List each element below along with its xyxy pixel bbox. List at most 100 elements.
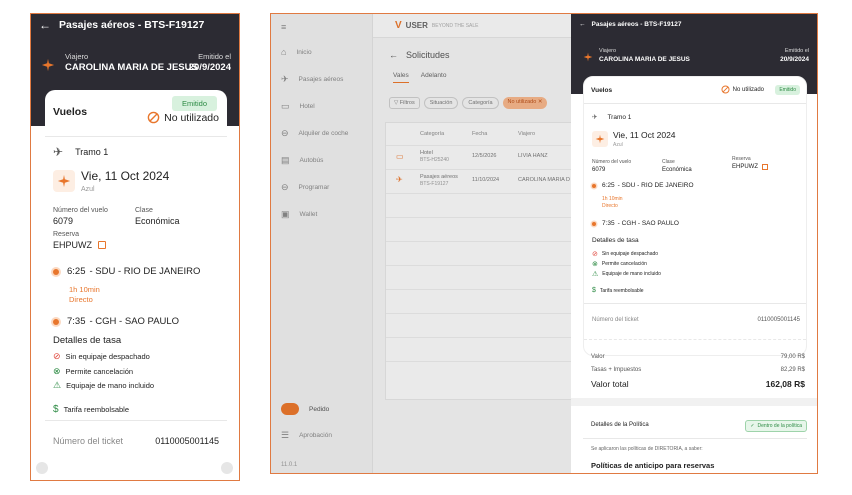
overlay-dim[interactable]	[271, 14, 571, 473]
class-value: Económica	[662, 167, 692, 173]
airline-name: Azul	[81, 186, 95, 193]
traveler-name: CAROLINA MARIA DE JESUS	[599, 56, 690, 63]
policy-subtitle: Políticas de anticipo para reservas	[591, 461, 715, 470]
departure-dot-icon	[592, 183, 596, 188]
class-label: Clase	[662, 159, 675, 165]
airline-logo-icon	[53, 170, 75, 192]
booking-code: EHPUWZ	[732, 164, 758, 170]
flight-number: 6079	[592, 167, 606, 173]
cancel-check-icon: ⊗	[53, 366, 61, 376]
stops: Directo	[602, 203, 618, 209]
fare-item: ⊗ Permite cancelación	[53, 366, 134, 376]
hand-luggage-icon: ⚠	[53, 380, 62, 390]
not-used-icon	[721, 85, 730, 94]
takeoff-icon: ✈	[53, 145, 64, 159]
back-arrow-icon[interactable]: ←	[579, 21, 586, 28]
status-badge: Emitido	[171, 96, 217, 111]
fare-item: $ Tarifa reembolsable	[592, 287, 644, 294]
departure-time: 6:25	[602, 182, 615, 189]
traveler-name: CAROLINA MARIA DE JESUS	[65, 62, 198, 73]
arrival-row: 7:35 - CGH - SAO PAULO	[592, 220, 679, 227]
header: ← Pasajes aéreos - BTS-F19127	[39, 18, 204, 32]
policy-text: Se aplicaron las políticas de DIRETORIA,…	[591, 446, 703, 452]
booking-row: EHPUWZ	[53, 240, 106, 250]
section-title: Vuelos	[53, 106, 88, 118]
ticket-number: 0110005001145	[757, 317, 801, 323]
flight-number-label: Número del vuelo	[53, 207, 108, 214]
duration: 1h 10min	[69, 285, 100, 294]
cancel-check-icon: ⊗	[592, 261, 598, 268]
booking-code: EHPUWZ	[53, 240, 92, 250]
arrival-dot-icon	[592, 221, 596, 226]
stops: Directo	[69, 295, 93, 304]
fare-title: Detalles de tasa	[53, 335, 122, 346]
total-label: Valor total	[591, 379, 629, 389]
leg-row: ✈ Tramo 1	[53, 145, 108, 159]
leg-row: ✈ Tramo 1	[592, 113, 632, 122]
taxes-amount: 82,29 R$	[780, 367, 805, 373]
departure-place: - SDU - RIO DE JANEIRO	[617, 182, 694, 189]
issued-date: 20/9/2024	[780, 56, 809, 63]
arrival-place: - CGH - SAO PAULO	[89, 316, 180, 327]
airline-name: Azul	[613, 142, 623, 148]
flights-card: Vuelos No utilizado Emitido ✈ Tramo 1 Vi…	[583, 76, 807, 356]
plane-icon	[583, 52, 593, 62]
usage-status: No utilizado	[147, 111, 219, 124]
arrival-time: 7:35	[67, 316, 86, 327]
back-arrow-icon[interactable]: ←	[39, 18, 51, 32]
not-used-icon	[147, 111, 160, 124]
no-luggage-icon: ⊘	[53, 351, 61, 361]
departure-place: - SDU - RIO DE JANEIRO	[89, 266, 201, 277]
plane-icon	[41, 58, 55, 72]
fare-item: ⊘ Sin equipaje despachado	[53, 351, 150, 361]
drawer-header: ← Pasajes aéreos - BTS-F19127	[579, 21, 681, 28]
departure-time: 6:25	[67, 266, 86, 277]
detail-drawer: ← Pasajes aéreos - BTS-F19127 Viajero CA…	[571, 14, 817, 473]
departure-dot-icon	[53, 268, 59, 275]
leg-label: Tramo 1	[607, 113, 632, 121]
arrival-place: - CGH - SAO PAULO	[617, 220, 679, 227]
policy-badge: ✓ Dentro de la política	[745, 420, 807, 432]
departure-row: 6:25 - SDU - RIO DE JANEIRO	[53, 266, 200, 277]
notch-right	[221, 462, 233, 474]
drawer-title: Pasajes aéreos - BTS-F19127	[591, 21, 682, 28]
issued-label: Emitido el	[784, 48, 809, 54]
notch-left	[36, 462, 48, 474]
issued-label: Emitido el	[198, 52, 231, 61]
taxes-label: Tasas + Impuestos	[591, 367, 642, 373]
fare-item: ⚠ Equipaje de mano incluido	[592, 271, 661, 278]
departure-row: 6:25 - SDU - RIO DE JANEIRO	[592, 182, 694, 189]
flight-date: Vie, 11 Oct 2024	[613, 130, 676, 140]
booking-label: Reserva	[53, 231, 80, 238]
status-badge: Emitido	[775, 85, 800, 95]
flight-number-label: Número del vuelo	[592, 159, 632, 165]
flights-card: Vuelos Emitido No utilizado ✈ Tramo 1 Vi…	[45, 90, 227, 470]
arrival-row: 7:35 - CGH - SAO PAULO	[53, 316, 179, 327]
fare-title: Detalles de tasa	[592, 237, 639, 244]
dollar-icon: $	[592, 287, 596, 294]
issued-date: 20/9/2024	[188, 62, 231, 73]
section-title: Vuelos	[591, 87, 613, 94]
desktop-app: ≡ ⌂ Inicio ✈ Pasajes aéreos ▭ Hotel ⊖ Alquil…	[270, 13, 818, 474]
class-label: Clase	[135, 207, 153, 214]
ticket-label: Número del ticket	[53, 436, 124, 446]
traveler-label: Viajero	[599, 48, 617, 54]
fare-item: ⊘ Sin equipaje despachado	[592, 251, 659, 258]
leg-label: Tramo 1	[75, 147, 109, 157]
header-title: Pasajes aéreos - BTS-F19127	[59, 19, 205, 31]
fare-item: $ Tarifa reembolsable	[53, 404, 130, 415]
hand-luggage-icon: ⚠	[592, 271, 599, 278]
airline-logo-icon	[592, 131, 608, 147]
value-amount: 79,00 R$	[780, 354, 805, 360]
arrival-dot-icon	[53, 318, 59, 325]
policy-title: Detalles de la Política	[591, 422, 649, 428]
booking-label: Reserva	[732, 156, 751, 162]
copy-icon[interactable]	[98, 241, 106, 249]
check-circle-icon: ✓	[750, 423, 755, 429]
fare-item: ⚠ Equipaje de mano incluido	[53, 380, 155, 390]
usage-status: No utilizado	[721, 85, 764, 94]
copy-icon[interactable]	[762, 164, 768, 170]
class-value: Económica	[135, 216, 180, 226]
arrival-time: 7:35	[602, 220, 615, 227]
dollar-icon: $	[53, 404, 59, 415]
